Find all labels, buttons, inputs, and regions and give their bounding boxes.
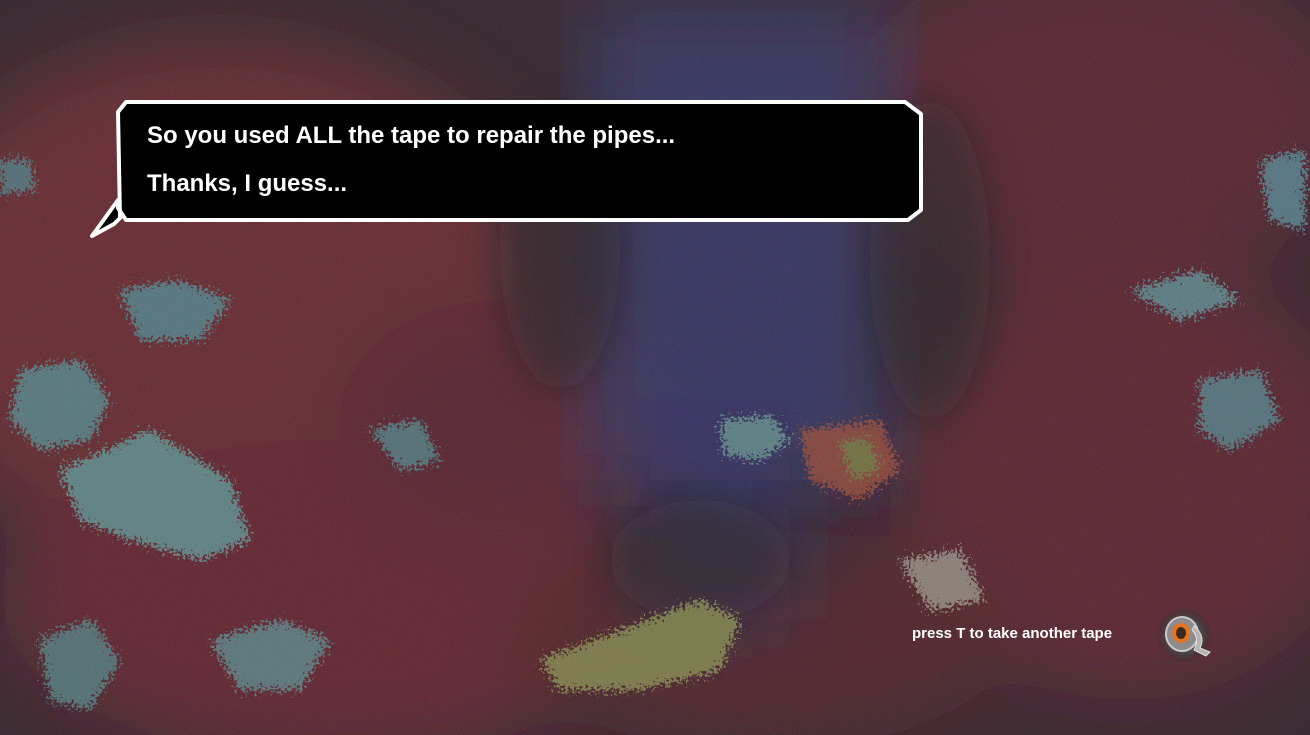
dialog-line-2: Thanks, I guess...: [147, 170, 348, 197]
tape-hint: press T to take another tape: [910, 606, 1230, 664]
hint-text: press T to take another tape: [912, 625, 1113, 642]
dialog-line-1: So you used ALL the tape to repair the p…: [147, 122, 676, 149]
game-scene: So you used ALL the tape to repair the p…: [0, 0, 1310, 735]
duct-tape-icon: [1156, 607, 1212, 663]
dialog-box: So you used ALL the tape to repair the p…: [90, 100, 925, 240]
